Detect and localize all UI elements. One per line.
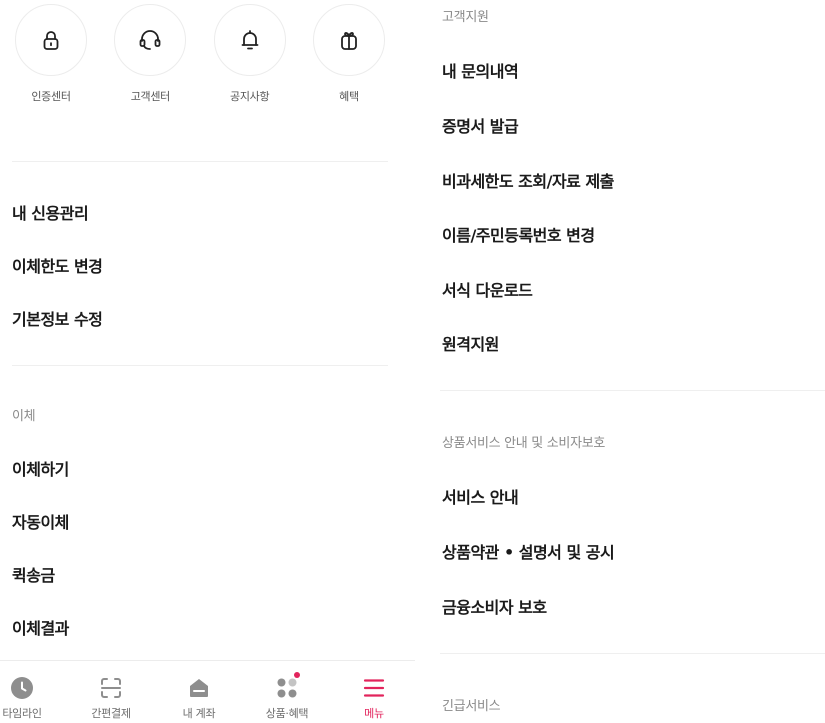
- tab-label: 상품·혜택: [265, 707, 309, 720]
- quick-menu: 인증센터 고객센터 공지사항 혜택: [14, 4, 386, 104]
- section-title-transfer: 이체: [12, 409, 36, 424]
- headset-icon: [139, 30, 161, 50]
- tab-label: 내 계좌: [182, 707, 216, 720]
- menu-transfer-result[interactable]: 이체결과: [12, 615, 69, 639]
- divider: [12, 365, 388, 366]
- menu-tax-exempt-limit[interactable]: 비과세한도 조회/자료 제출: [442, 168, 614, 192]
- home-icon: [190, 679, 208, 697]
- quick-item-customer-center[interactable]: 고객센터: [113, 4, 187, 104]
- tab-timeline[interactable]: 타임라인: [0, 661, 64, 723]
- section-title-product-service: 상품서비스 안내 및 소비자보호: [442, 436, 606, 451]
- tab-icon: [9, 675, 35, 701]
- menu-name-id-change[interactable]: 이름/주민등록번호 변경: [442, 222, 595, 246]
- menu-auto-transfer[interactable]: 자동이체: [12, 509, 69, 533]
- tab-products-benefits[interactable]: 상품·혜택: [245, 661, 329, 723]
- quick-label: 고객센터: [130, 90, 171, 103]
- divider: [12, 161, 388, 162]
- quick-item-auth-center[interactable]: 인증센터: [14, 4, 88, 104]
- quick-circle: [114, 4, 187, 76]
- menu-my-inquiries[interactable]: 내 문의내역: [442, 58, 519, 82]
- quick-label: 공지사항: [230, 90, 270, 103]
- menu-edit-profile[interactable]: 기본정보 수정: [12, 306, 103, 330]
- dots-icon: [277, 678, 297, 698]
- tab-label: 타임라인: [2, 707, 42, 720]
- tab-easy-pay[interactable]: 간편결제: [69, 661, 153, 723]
- tab-icon: [186, 675, 212, 701]
- menu-remote-support[interactable]: 원격지원: [442, 331, 499, 355]
- quick-item-benefit[interactable]: 혜택: [312, 4, 386, 104]
- tab-label: 메뉴: [364, 707, 384, 720]
- menu-consumer-protection[interactable]: 금융소비자 보호: [442, 594, 547, 618]
- quick-label: 혜택: [339, 90, 359, 103]
- left-panel: 인증센터 고객센터 공지사항 혜택 내 신용관리 이체한도 변경 기본정보 수정…: [0, 0, 415, 723]
- quick-item-notice[interactable]: 공지사항: [213, 4, 287, 104]
- quick-circle: [15, 4, 87, 76]
- section-title-emergency: 긴급서비스: [442, 699, 501, 714]
- quick-label: 인증센터: [31, 90, 71, 103]
- scan-icon: [101, 678, 121, 698]
- divider: [440, 653, 825, 654]
- menu-certificate-issue[interactable]: 증명서 발급: [442, 113, 519, 137]
- menu-transfer-limit[interactable]: 이체한도 변경: [12, 253, 103, 277]
- bottom-tab-bar: 타임라인 간편결제 내 계좌 상품·혜택 메뉴: [0, 660, 415, 723]
- menu-transfer[interactable]: 이체하기: [12, 456, 69, 480]
- quick-circle: [213, 4, 286, 76]
- notification-badge: [294, 672, 300, 678]
- lock-icon: [43, 31, 59, 50]
- gift-icon: [341, 32, 357, 50]
- tab-icon: [98, 675, 124, 701]
- menu-form-download[interactable]: 서식 다운로드: [442, 277, 533, 301]
- right-panel: 고객지원 내 문의내역 증명서 발급 비과세한도 조회/자료 제출 이름/주민등…: [440, 0, 825, 723]
- tab-icon: [361, 675, 387, 701]
- quick-circle: [312, 4, 385, 76]
- menu-quick-remit[interactable]: 퀵송금: [12, 562, 55, 586]
- tab-menu[interactable]: 메뉴: [332, 661, 416, 723]
- hamburger-menu-icon: [363, 679, 385, 697]
- menu-credit-management[interactable]: 내 신용관리: [12, 200, 89, 224]
- clock-icon: [11, 677, 33, 699]
- tab-label: 간편결제: [91, 707, 131, 720]
- tab-my-account[interactable]: 내 계좌: [157, 661, 241, 723]
- bell-icon: [241, 30, 259, 50]
- divider: [440, 390, 825, 391]
- menu-product-terms[interactable]: 상품약관 • 설명서 및 공시: [442, 539, 615, 563]
- menu-service-guide[interactable]: 서비스 안내: [442, 484, 519, 508]
- tab-icon: [274, 672, 300, 701]
- section-title-support: 고객지원: [442, 10, 489, 25]
